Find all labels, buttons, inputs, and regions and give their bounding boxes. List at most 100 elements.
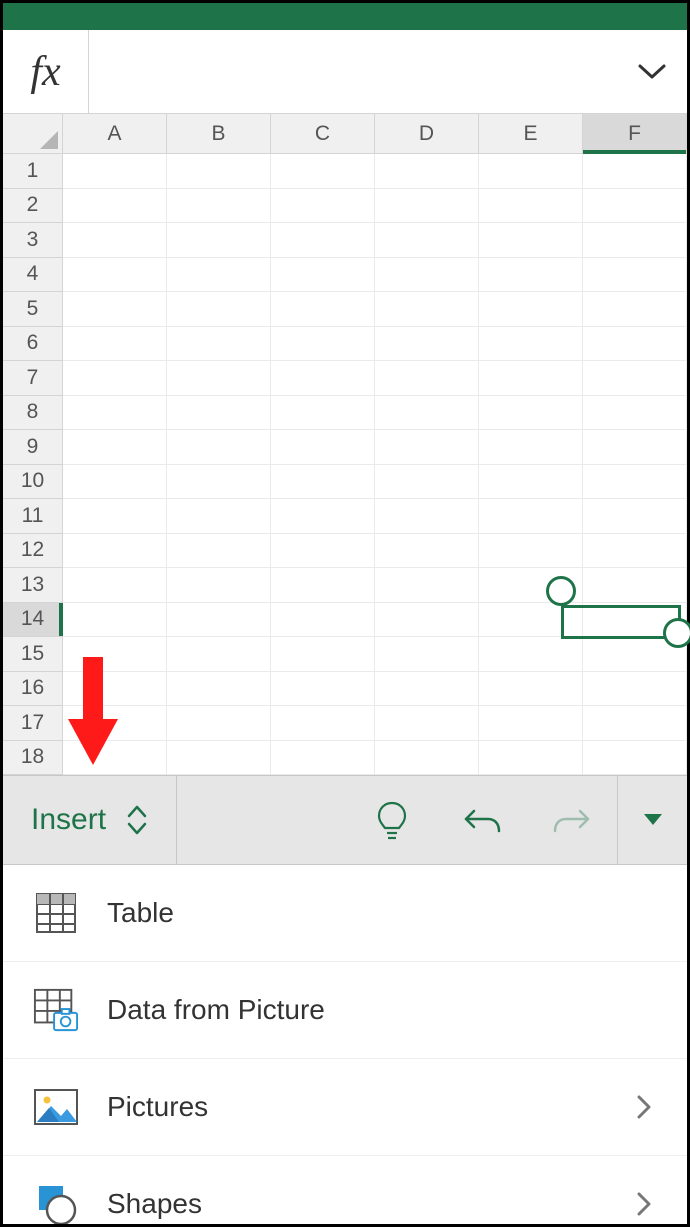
cell[interactable]	[583, 292, 687, 327]
cell[interactable]	[583, 499, 687, 534]
column-header[interactable]: E	[479, 114, 583, 154]
cell[interactable]	[167, 361, 271, 396]
cell[interactable]	[63, 568, 167, 603]
cell[interactable]	[167, 465, 271, 500]
cell[interactable]	[167, 499, 271, 534]
row-header[interactable]: 11	[3, 499, 63, 534]
cell[interactable]	[271, 672, 375, 707]
cell[interactable]	[375, 154, 479, 189]
spreadsheet-grid[interactable]: ABCDEF 123456789101112131415161718	[3, 114, 687, 775]
cell[interactable]	[271, 534, 375, 569]
cell[interactable]	[375, 327, 479, 362]
cell[interactable]	[63, 327, 167, 362]
cell[interactable]	[63, 637, 167, 672]
cell[interactable]	[167, 568, 271, 603]
cell[interactable]	[167, 430, 271, 465]
row-header[interactable]: 18	[3, 741, 63, 776]
cell[interactable]	[583, 430, 687, 465]
row-header[interactable]: 14	[3, 603, 63, 638]
row-header[interactable]: 17	[3, 706, 63, 741]
cell[interactable]	[271, 499, 375, 534]
cell[interactable]	[479, 292, 583, 327]
ideas-button[interactable]	[347, 776, 437, 864]
cell[interactable]	[479, 741, 583, 776]
cell[interactable]	[63, 396, 167, 431]
cell[interactable]	[479, 534, 583, 569]
cell[interactable]	[583, 706, 687, 741]
cell[interactable]	[167, 741, 271, 776]
row-header[interactable]: 5	[3, 292, 63, 327]
cell[interactable]	[583, 154, 687, 189]
cell[interactable]	[63, 223, 167, 258]
cell[interactable]	[271, 741, 375, 776]
row-header[interactable]: 6	[3, 327, 63, 362]
cell[interactable]	[479, 327, 583, 362]
cell[interactable]	[583, 672, 687, 707]
column-header[interactable]: A	[63, 114, 167, 154]
cell[interactable]	[271, 396, 375, 431]
cell[interactable]	[375, 741, 479, 776]
cell[interactable]	[583, 465, 687, 500]
cell[interactable]	[479, 189, 583, 224]
cell[interactable]	[167, 189, 271, 224]
cell[interactable]	[479, 396, 583, 431]
select-all-corner[interactable]	[3, 114, 63, 154]
cell[interactable]	[271, 430, 375, 465]
cell[interactable]	[167, 603, 271, 638]
cell[interactable]	[63, 534, 167, 569]
row-header[interactable]: 7	[3, 361, 63, 396]
cell[interactable]	[271, 603, 375, 638]
cell[interactable]	[271, 706, 375, 741]
row-header[interactable]: 8	[3, 396, 63, 431]
cell[interactable]	[375, 292, 479, 327]
cell[interactable]	[167, 706, 271, 741]
cell[interactable]	[375, 465, 479, 500]
cell[interactable]	[167, 258, 271, 293]
cell[interactable]	[63, 672, 167, 707]
cell[interactable]	[271, 189, 375, 224]
cell[interactable]	[479, 706, 583, 741]
cell[interactable]	[63, 465, 167, 500]
cell[interactable]	[583, 741, 687, 776]
row-header[interactable]: 16	[3, 672, 63, 707]
column-header[interactable]: B	[167, 114, 271, 154]
cell[interactable]	[63, 189, 167, 224]
cell[interactable]	[375, 603, 479, 638]
cell[interactable]	[167, 396, 271, 431]
cell[interactable]	[479, 465, 583, 500]
cell[interactable]	[583, 534, 687, 569]
cell[interactable]	[583, 603, 687, 638]
redo-button[interactable]	[527, 776, 617, 864]
menu-item-pictures[interactable]: Pictures	[3, 1059, 687, 1156]
cell[interactable]	[583, 568, 687, 603]
cell[interactable]	[271, 568, 375, 603]
cell[interactable]	[167, 154, 271, 189]
cell[interactable]	[479, 568, 583, 603]
cell[interactable]	[479, 499, 583, 534]
cell[interactable]	[375, 223, 479, 258]
cell[interactable]	[479, 223, 583, 258]
cell[interactable]	[271, 637, 375, 672]
cell[interactable]	[63, 292, 167, 327]
row-header[interactable]: 13	[3, 568, 63, 603]
cell[interactable]	[271, 327, 375, 362]
cell[interactable]	[479, 430, 583, 465]
menu-item-shapes[interactable]: Shapes	[3, 1156, 687, 1224]
ribbon-more-button[interactable]	[617, 776, 687, 864]
cell[interactable]	[479, 154, 583, 189]
cell[interactable]	[583, 189, 687, 224]
formula-input[interactable]	[89, 30, 617, 113]
cell[interactable]	[583, 396, 687, 431]
cell[interactable]	[479, 637, 583, 672]
cell[interactable]	[271, 361, 375, 396]
cell[interactable]	[479, 361, 583, 396]
row-header[interactable]: 10	[3, 465, 63, 500]
row-header[interactable]: 1	[3, 154, 63, 189]
cell[interactable]	[375, 430, 479, 465]
cell[interactable]	[375, 672, 479, 707]
cell[interactable]	[63, 741, 167, 776]
cell[interactable]	[63, 154, 167, 189]
row-header[interactable]: 2	[3, 189, 63, 224]
cell[interactable]	[375, 499, 479, 534]
cell[interactable]	[271, 292, 375, 327]
